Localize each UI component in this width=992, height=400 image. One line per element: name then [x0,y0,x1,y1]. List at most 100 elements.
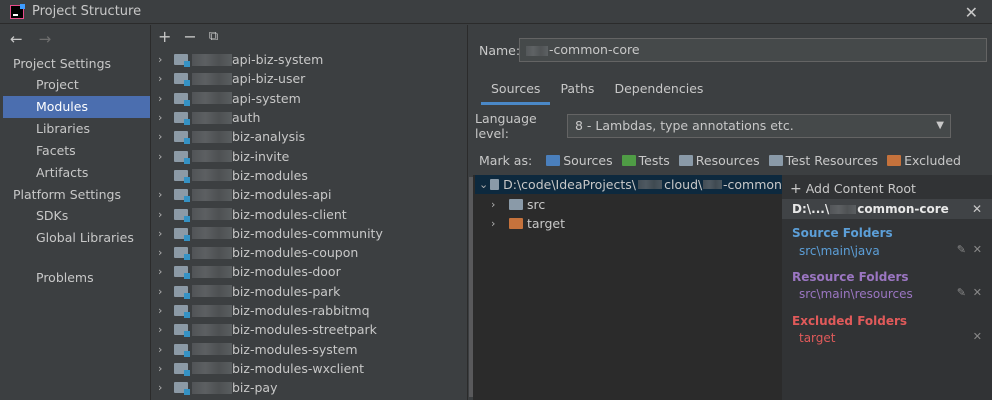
chevron-right-icon[interactable]: › [152,285,172,298]
chevron-right-icon[interactable]: › [152,304,172,317]
tab-dependencies[interactable]: Dependencies [604,77,713,105]
mark-as-tests[interactable]: Tests [621,153,670,168]
sidebar-item-libraries[interactable]: Libraries [0,118,150,140]
back-arrow-icon[interactable]: ← [10,30,23,48]
redacted-text [192,362,232,375]
redacted-text [192,150,232,163]
module-row[interactable]: › biz-modules-streetpark [152,320,467,339]
chevron-right-icon[interactable]: › [152,188,172,201]
module-row[interactable]: › api-biz-user [152,69,467,88]
root-path-mid: cloud\ [664,177,703,192]
module-row[interactable]: › biz-modules-system [152,339,467,358]
chevron-right-icon[interactable]: › [152,111,172,124]
chevron-right-icon[interactable]: › [152,130,172,143]
mark-as-label-text: Sources [563,153,613,168]
scrollbar-thumb[interactable] [469,177,473,397]
remove-root-icon[interactable]: ✕ [972,199,982,219]
tree-row-root[interactable]: ⌄ D:\code\IdeaProjects\ cloud\ -common [475,175,782,194]
edit-icon[interactable]: ✎ [957,243,966,256]
module-row[interactable]: › auth [152,108,467,127]
settings-sidebar: ← → Project Settings Project Modules Lib… [0,25,151,400]
module-row[interactable]: biz-modules [152,166,467,185]
copy-icon[interactable]: ⧉ [209,29,218,44]
module-row[interactable]: › biz-modules-wxclient [152,359,467,378]
tree-row-target[interactable]: › target [491,214,565,233]
title-bar: Project Structure ✕ [0,0,992,24]
redacted-text [192,169,232,182]
module-row[interactable]: › biz-analysis [152,127,467,146]
chevron-right-icon[interactable]: › [491,198,509,211]
module-name: api-system [232,90,301,106]
module-row[interactable]: › biz-modules-park [152,282,467,301]
close-icon[interactable]: ✕ [973,243,982,256]
sidebar-item-problems[interactable]: Problems [0,267,150,289]
chevron-right-icon[interactable]: › [491,217,509,230]
sidebar-item-project[interactable]: Project [0,74,150,96]
sidebar-item-facets[interactable]: Facets [0,140,150,162]
module-row[interactable]: › biz-pay [152,378,467,397]
module-folder-icon [174,73,190,87]
module-row[interactable]: › biz-modules-client [152,204,467,223]
chevron-right-icon[interactable]: › [152,265,172,278]
module-name-field[interactable]: -common-core [519,38,987,62]
sidebar-item-sdks[interactable]: SDKs [0,205,150,227]
module-row[interactable]: › biz-modules-community [152,224,467,243]
sidebar-item-modules[interactable]: Modules [3,96,150,118]
sidebar-item-artifacts[interactable]: Artifacts [0,162,150,184]
chevron-down-icon[interactable]: ⌄ [475,178,490,191]
chevron-right-icon[interactable]: › [152,208,172,221]
redacted-text [192,111,232,124]
forward-arrow-icon[interactable]: → [39,30,52,48]
mark-as-excluded[interactable]: Excluded [887,153,961,168]
module-row[interactable]: › biz-modules-api [152,185,467,204]
chevron-right-icon[interactable]: › [152,92,172,105]
resource-folders-title: Resource Folders [792,270,909,284]
module-row[interactable]: › biz-modules-rabbitmq [152,301,467,320]
module-row[interactable]: › biz-invite [152,146,467,165]
tree-scrollbar[interactable] [469,175,473,400]
close-icon[interactable]: ✕ [973,330,982,343]
sidebar-item-global-libraries[interactable]: Global Libraries [0,227,150,249]
chevron-right-icon[interactable]: › [152,227,172,240]
edit-icon[interactable]: ✎ [957,286,966,299]
mark-as-test-resources[interactable]: Test Resources [768,153,878,168]
module-folder-icon [174,54,190,68]
module-row[interactable]: › api-biz-system [152,50,467,69]
module-folder-icon [174,382,190,396]
tab-paths[interactable]: Paths [550,77,604,105]
redacted-text [192,227,232,240]
chevron-right-icon[interactable]: › [152,362,172,375]
mark-as-resources[interactable]: Resources [678,153,760,168]
mark-as-sources[interactable]: Sources [546,153,613,168]
excluded-folder-path[interactable]: target [799,331,836,345]
chevron-right-icon[interactable]: › [152,343,172,356]
add-icon[interactable]: + [158,27,171,46]
module-row[interactable]: › biz-modules-coupon [152,243,467,262]
language-level-select[interactable]: 8 - Lambdas, type annotations etc. ▼ [567,114,951,138]
chevron-right-icon[interactable]: › [152,381,172,394]
redacted-text [192,381,232,394]
close-icon[interactable]: ✕ [973,286,982,299]
remove-icon[interactable]: − [183,27,196,46]
tree-row-src[interactable]: › src [491,195,545,214]
resource-folder-path[interactable]: src\main\resources [799,287,913,301]
close-icon[interactable]: ✕ [965,3,978,22]
chevron-right-icon[interactable]: › [152,150,172,163]
name-label: Name: [479,42,521,58]
module-name: auth [232,110,261,126]
chevron-right-icon[interactable]: › [152,323,172,336]
chevron-right-icon[interactable]: › [152,72,172,85]
chevron-right-icon[interactable]: › [152,246,172,259]
module-detail-panel: Name: -common-core Sources Paths Depende… [469,25,992,400]
redacted-text [192,323,232,336]
source-folder-path[interactable]: src\main\java [799,244,880,258]
tab-sources[interactable]: Sources [481,77,551,105]
module-row[interactable]: › biz-modules-door [152,262,467,281]
language-level-label: Language level: [475,111,537,141]
mark-as-label-text: Resources [695,153,760,168]
module-folder-icon [174,266,190,280]
module-row[interactable]: › api-system [152,89,467,108]
chevron-right-icon[interactable]: › [152,53,172,66]
module-folder-icon [174,92,190,106]
add-content-root-button[interactable]: + Add Content Root [790,181,916,197]
